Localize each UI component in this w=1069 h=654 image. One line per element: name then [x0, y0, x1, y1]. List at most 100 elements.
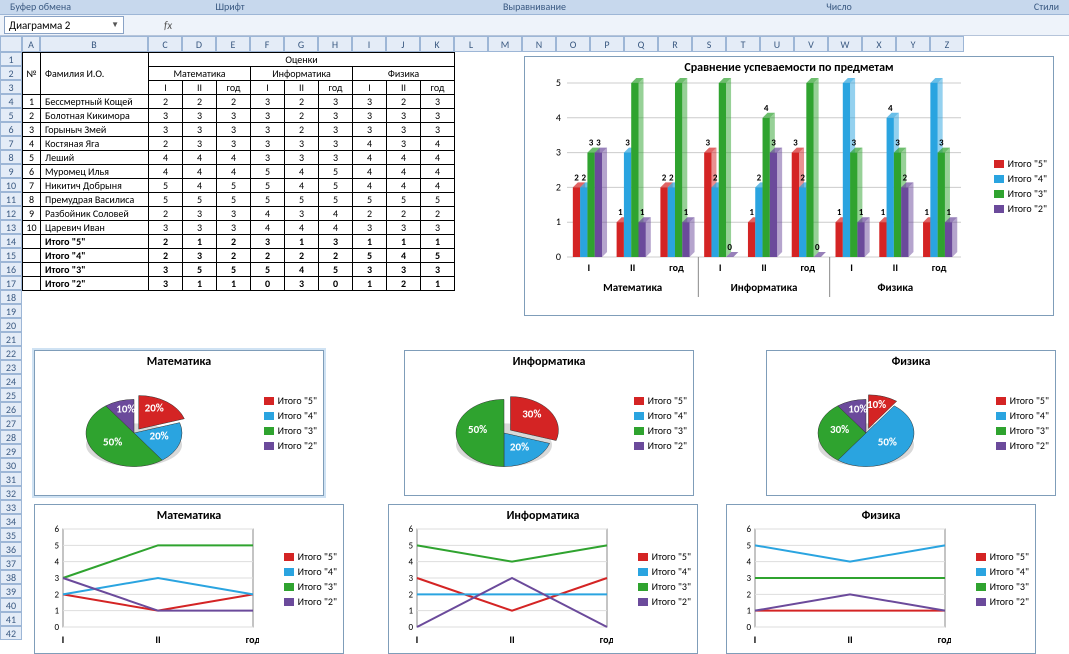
row-header-12[interactable]: 12 — [0, 206, 22, 220]
chart-line-phys[interactable]: Физика 0123456IIIгод Итого "5"Итого "4"И… — [726, 504, 1036, 654]
table-total-row[interactable]: Итого "2"311030121 — [23, 277, 455, 291]
row-header-27[interactable]: 27 — [0, 416, 22, 430]
row-header-21[interactable]: 21 — [0, 332, 22, 346]
svg-text:6: 6 — [408, 525, 413, 535]
row-header-36[interactable]: 36 — [0, 542, 22, 556]
worksheet[interactable]: ABCDEFGHIJKLMNOPQRSTUVWXYZ 1234567891011… — [0, 36, 1069, 654]
col-header-O[interactable]: O — [556, 36, 590, 52]
col-header-X[interactable]: X — [862, 36, 896, 52]
row-header-39[interactable]: 39 — [0, 584, 22, 598]
col-header-K[interactable]: K — [420, 36, 454, 52]
row-header-18[interactable]: 18 — [0, 290, 22, 304]
col-header-W[interactable]: W — [828, 36, 862, 52]
table-row[interactable]: 7Никитич Добрыня545545444 — [23, 179, 455, 193]
row-header-7[interactable]: 7 — [0, 136, 22, 150]
svg-text:20%: 20% — [150, 430, 169, 443]
row-header-40[interactable]: 40 — [0, 598, 22, 612]
col-header-R[interactable]: R — [658, 36, 692, 52]
table-row[interactable]: 3Горыныч Змей333323333 — [23, 123, 455, 137]
row-header-19[interactable]: 19 — [0, 304, 22, 318]
svg-text:год: год — [669, 261, 684, 274]
col-header-V[interactable]: V — [794, 36, 828, 52]
col-header-S[interactable]: S — [692, 36, 726, 52]
row-header-1[interactable]: 1 — [0, 52, 22, 66]
row-header-23[interactable]: 23 — [0, 360, 22, 374]
row-header-38[interactable]: 38 — [0, 570, 22, 584]
row-header-14[interactable]: 14 — [0, 234, 22, 248]
row-header-22[interactable]: 22 — [0, 346, 22, 360]
row-header-37[interactable]: 37 — [0, 556, 22, 570]
row-header-9[interactable]: 9 — [0, 164, 22, 178]
svg-text:4: 4 — [556, 111, 561, 124]
row-header-35[interactable]: 35 — [0, 528, 22, 542]
svg-text:1: 1 — [946, 207, 951, 218]
row-header-42[interactable]: 42 — [0, 626, 22, 640]
row-header-24[interactable]: 24 — [0, 374, 22, 388]
svg-text:10%: 10% — [848, 402, 867, 415]
table-row[interactable]: 2Болотная Кикимора333323333 — [23, 109, 455, 123]
col-header-E[interactable]: E — [216, 36, 250, 52]
row-header-25[interactable]: 25 — [0, 388, 22, 402]
row-header-20[interactable]: 20 — [0, 318, 22, 332]
row-header-28[interactable]: 28 — [0, 430, 22, 444]
row-header-8[interactable]: 8 — [0, 150, 22, 164]
row-header-32[interactable]: 32 — [0, 486, 22, 500]
col-header-G[interactable]: G — [284, 36, 318, 52]
row-header-41[interactable]: 41 — [0, 612, 22, 626]
chart-line-inf[interactable]: Информатика 0123456IIIгод Итого "5"Итого… — [388, 504, 698, 654]
col-header-Y[interactable]: Y — [896, 36, 930, 52]
row-header-34[interactable]: 34 — [0, 514, 22, 528]
row-header-17[interactable]: 17 — [0, 276, 22, 290]
chart-bar-comparison[interactable]: Сравнение успеваемости по предметам 0123… — [524, 56, 1054, 316]
table-row[interactable]: 9Разбойник Соловей233434222 — [23, 207, 455, 221]
col-header-C[interactable]: C — [148, 36, 182, 52]
row-header-3[interactable]: 3 — [0, 80, 22, 94]
col-header-H[interactable]: H — [318, 36, 352, 52]
row-header-13[interactable]: 13 — [0, 220, 22, 234]
chart-line-math[interactable]: Математика 0123456IIIгод Итого "5"Итого … — [34, 504, 344, 654]
col-header-D[interactable]: D — [182, 36, 216, 52]
col-header-T[interactable]: T — [726, 36, 760, 52]
table-row[interactable]: 8Премудрая Василиса555555555 — [23, 193, 455, 207]
row-header-33[interactable]: 33 — [0, 500, 22, 514]
col-header-F[interactable]: F — [250, 36, 284, 52]
table-row[interactable]: 5Леший444333444 — [23, 151, 455, 165]
table-total-row[interactable]: Итого "4"232222545 — [23, 249, 455, 263]
col-header-Z[interactable]: Z — [930, 36, 964, 52]
chart-pie-phys[interactable]: Физика 10%50%30%10% Итого "5"Итого "4"Ит… — [766, 350, 1056, 496]
row-header-15[interactable]: 15 — [0, 248, 22, 262]
select-all-corner[interactable] — [0, 36, 22, 52]
col-header-N[interactable]: N — [522, 36, 556, 52]
table-row[interactable]: 1Бессмертный Кощей222323323 — [23, 95, 455, 109]
row-header-10[interactable]: 10 — [0, 178, 22, 192]
row-header-6[interactable]: 6 — [0, 122, 22, 136]
col-header-P[interactable]: P — [590, 36, 624, 52]
col-header-I[interactable]: I — [352, 36, 386, 52]
chevron-down-icon[interactable]: ▼ — [111, 20, 119, 30]
row-header-5[interactable]: 5 — [0, 108, 22, 122]
col-header-L[interactable]: L — [454, 36, 488, 52]
col-header-U[interactable]: U — [760, 36, 794, 52]
row-header-4[interactable]: 4 — [0, 94, 22, 108]
row-header-31[interactable]: 31 — [0, 472, 22, 486]
table-row[interactable]: 4Костяная Яга233333434 — [23, 137, 455, 151]
table-row[interactable]: 6Муромец Илья444545444 — [23, 165, 455, 179]
row-header-29[interactable]: 29 — [0, 444, 22, 458]
name-box[interactable]: Диаграмма 2 ▼ — [4, 16, 124, 34]
col-header-Q[interactable]: Q — [624, 36, 658, 52]
table-total-row[interactable]: Итого "5"212313111 — [23, 235, 455, 249]
row-header-11[interactable]: 11 — [0, 192, 22, 206]
col-header-A[interactable]: A — [22, 36, 40, 52]
row-header-26[interactable]: 26 — [0, 402, 22, 416]
col-header-B[interactable]: B — [40, 36, 148, 52]
col-header-M[interactable]: M — [488, 36, 522, 52]
chart-pie-math[interactable]: Математика 20%20%50%10% Итого "5"Итого "… — [34, 350, 324, 496]
table-row[interactable]: 10Царевич Иван333444333 — [23, 221, 455, 235]
row-header-2[interactable]: 2 — [0, 66, 22, 80]
row-header-30[interactable]: 30 — [0, 458, 22, 472]
table-total-row[interactable]: Итого "3"355545333 — [23, 263, 455, 277]
chart-pie-inf[interactable]: Информатика 30%20%50% Итого "5"Итого "4"… — [404, 350, 694, 496]
row-header-16[interactable]: 16 — [0, 262, 22, 276]
col-header-J[interactable]: J — [386, 36, 420, 52]
fx-label[interactable]: fx — [164, 19, 172, 32]
